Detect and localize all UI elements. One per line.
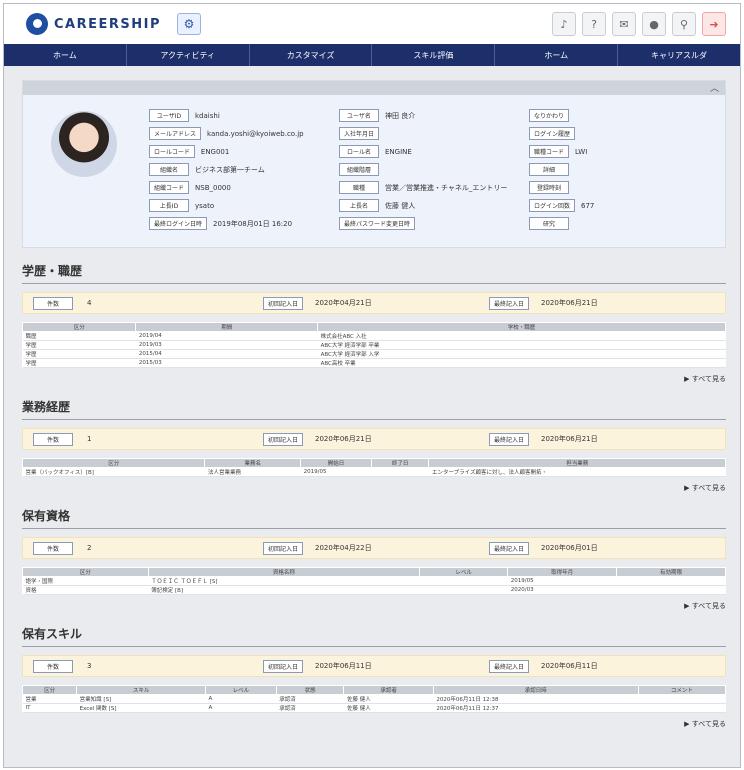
table-header: 区分 期間 学校・職歴: [21, 322, 726, 332]
section-summary: 件数 4 初回記入日 2020年04月21日 最終記入日 2020年06月21日: [22, 292, 726, 314]
table-header: 区分 スキル レベル 状態 承認者 承認日時 コメント: [21, 685, 727, 695]
section-title: 学歴・職歴: [22, 262, 726, 284]
field-login-history[interactable]: ログイン履歴: [529, 127, 581, 140]
table-row: 職歴 2019/04 株式会社ABC 入社: [22, 331, 726, 341]
table-row: 営業（バックオフィス）[B] 法人営業業務 2019/05 エンタープライズ顧客に対し…: [22, 467, 726, 477]
header-icons: ♪ ? ✉ ● ⚲ ➜: [552, 12, 726, 36]
collapse-icon[interactable]: ︿: [710, 81, 719, 94]
field-boss-name: 上長名 佐藤 健人: [339, 199, 415, 212]
section-summary: 件数 1 初回記入日 2020年06月21日 最終記入日 2020年06月21日: [22, 428, 726, 450]
certifications-table: 区分 資格名称 レベル 取得年月 有効期限 語学・国際 ＴＯＥＩＣ ＴＯＥＦＬ […: [22, 567, 726, 595]
see-all-link[interactable]: ▶ すべて見る: [22, 374, 726, 384]
skills-table: 区分 スキル レベル 状態 承認者 承認日時 コメント 営業 営業知識 [S] A 承…: [21, 685, 727, 713]
main-nav: ホーム アクティビティ カスタマイズ スキル評価 ホーム キャリアスルダ: [4, 44, 740, 66]
field-detail[interactable]: 詳細: [529, 163, 575, 176]
field-last-login: 最終ログイン日時 2019年08月01日 16:20: [149, 217, 292, 230]
field-role-code: ロールコード ENG001: [149, 145, 229, 158]
nav-item-activity[interactable]: アクティビティ: [127, 44, 250, 66]
work-history-table: 区分 業務名 開始日 終了日 担当業務 営業（バックオフィス）[B] 法人営業業務…: [21, 458, 726, 477]
profile-header: ︿: [23, 81, 725, 95]
table-header: 区分 資格名称 レベル 取得年月 有効期限: [22, 567, 726, 577]
nav-item-home[interactable]: ホーム: [4, 44, 127, 66]
field-research[interactable]: 研究: [529, 217, 575, 230]
logout-icon[interactable]: ➜: [702, 12, 726, 36]
education-table: 区分 期間 学校・職歴 職歴 2019/04 株式会社ABC 入社 学歴 2019/0…: [21, 322, 726, 368]
section-work-history: 業務経歴 件数 1 初回記入日 2020年06月21日 最終記入日 2020年0…: [21, 398, 726, 493]
section-title: 保有資格: [22, 507, 726, 529]
nav-item-career[interactable]: キャリアスルダ: [618, 44, 740, 66]
table-header: 区分 業務名 開始日 終了日 担当業務: [21, 458, 726, 468]
see-all-link[interactable]: ▶ すべて見る: [22, 483, 726, 493]
table-row: 学歴 2015/04 ABC大学 経済学部 入学: [22, 349, 726, 359]
field-job-code: 職種コード LWI: [529, 145, 587, 158]
table-row: IT Excel 関数 [S] A 承認済 佐藤 健人 2020年06月11日 12:37: [22, 703, 726, 713]
field-impersonate[interactable]: なりかわり: [529, 109, 575, 122]
field-role-name: ロール名 ENGINE: [339, 145, 412, 158]
avatar: [51, 111, 117, 177]
profile-panel: ︿ ユーザID kdaishi メールアドレス kanda.yoshi@kyoiwe…: [22, 80, 726, 248]
user-icon[interactable]: ●: [642, 12, 666, 36]
search-icon[interactable]: ⚲: [672, 12, 696, 36]
main-content: ︿ ユーザID kdaishi メールアドレス kanda.yoshi@kyoiwe…: [4, 66, 740, 767]
nav-item-customize[interactable]: カスタマイズ: [250, 44, 373, 66]
brand[interactable]: CAREERSHIP ⚙: [26, 13, 201, 35]
section-summary: 件数 2 初回記入日 2020年04月22日 最終記入日 2020年06月01日: [22, 537, 726, 559]
section-title: 保有スキル: [22, 625, 726, 647]
top-bar: CAREERSHIP ⚙ ♪ ? ✉ ● ⚲ ➜: [4, 4, 740, 44]
field-last-password: 最終パスワード変更日時: [339, 217, 421, 230]
see-all-link[interactable]: ▶ すべて見る: [22, 601, 726, 611]
field-join-date: 入社年月日: [339, 127, 385, 140]
section-summary: 件数 3 初回記入日 2020年06月11日 最終記入日 2020年06月11日: [22, 655, 726, 677]
field-user-id: ユーザID kdaishi: [149, 109, 220, 122]
field-registered: 登録時刻: [529, 181, 575, 194]
field-job-type: 職種 営業／営業推進・チャネル_エントリー: [339, 181, 507, 194]
table-row: 学歴 2015/03 ABC高校 卒業: [22, 358, 726, 368]
bell-icon[interactable]: ♪: [552, 12, 576, 36]
field-org-code: 組織コード NSB_0000: [149, 181, 231, 194]
section-title: 業務経歴: [22, 398, 726, 420]
profile-body: ユーザID kdaishi メールアドレス kanda.yoshi@kyoiweb.…: [23, 95, 725, 247]
nav-item-home-2[interactable]: ホーム: [495, 44, 619, 66]
app-window: CAREERSHIP ⚙ ♪ ? ✉ ● ⚲ ➜ ホーム アクティビティ カスタ…: [3, 3, 741, 768]
section-education: 学歴・職歴 件数 4 初回記入日 2020年04月21日 最終記入日 2020年…: [21, 262, 726, 384]
nav-item-skill[interactable]: スキル評価: [372, 44, 496, 66]
table-row: 学歴 2019/03 ABC大学 経済学部 卒業: [22, 340, 726, 350]
field-org-name: 組織名 ビジネス部第一チーム: [149, 163, 265, 176]
see-all-link[interactable]: ▶ すべて見る: [22, 719, 726, 729]
field-email: メールアドレス kanda.yoshi@kyoiweb.co.jp: [149, 127, 304, 140]
section-certifications: 保有資格 件数 2 初回記入日 2020年04月22日 最終記入日 2020年0…: [22, 507, 726, 611]
settings-icon[interactable]: ⚙: [177, 13, 201, 35]
logo-icon: [26, 13, 48, 35]
section-skills: 保有スキル 件数 3 初回記入日 2020年06月11日 最終記入日 2020年…: [21, 625, 727, 729]
help-icon[interactable]: ?: [582, 12, 606, 36]
field-user-name: ユーザ名 神田 良介: [339, 109, 415, 122]
brand-name: CAREERSHIP: [54, 16, 161, 32]
field-boss-id: 上長ID ysato: [149, 199, 214, 212]
mail-icon[interactable]: ✉: [612, 12, 636, 36]
field-org-level: 組織階層: [339, 163, 385, 176]
field-login-count: ログイン回数 677: [529, 199, 594, 212]
table-row: 営業 営業知識 [S] A 承認済 佐藤 健人 2020年06月11日 12:38: [22, 694, 726, 704]
table-row: 語学・国際 ＴＯＥＩＣ ＴＯＥＦＬ [S] 2019/05: [22, 576, 726, 586]
table-row: 資格 簿記検定 [B] 2020/03: [22, 585, 726, 595]
